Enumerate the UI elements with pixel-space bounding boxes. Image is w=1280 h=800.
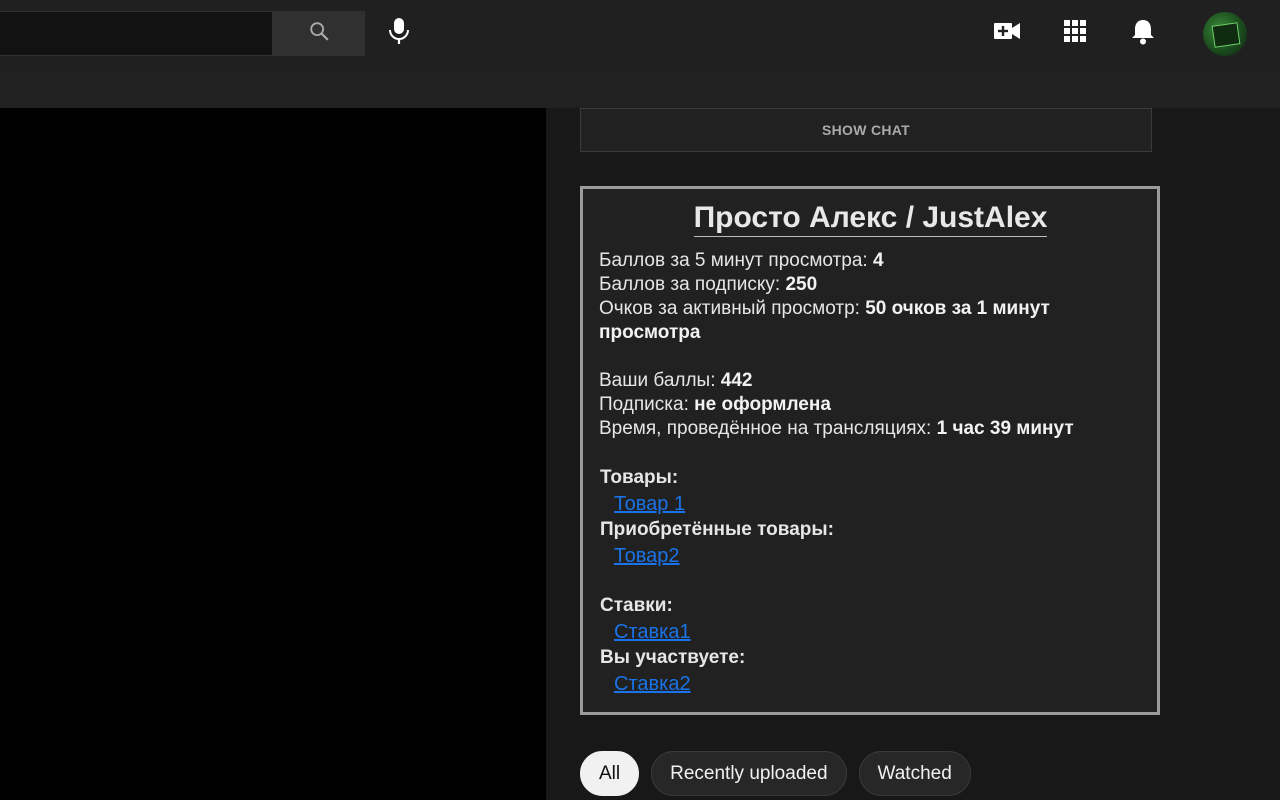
microphone-icon bbox=[387, 17, 411, 50]
video-player[interactable] bbox=[0, 108, 546, 800]
purchased-goods-link[interactable]: Товар2 bbox=[614, 545, 680, 567]
bet-link[interactable]: Ставка1 bbox=[614, 621, 691, 643]
top-bar bbox=[0, 0, 1280, 73]
active-view-points-row: Очков за активный просмотр: 50 очков за … bbox=[599, 298, 1050, 343]
bets-heading: Ставки: bbox=[600, 595, 673, 616]
avatar[interactable] bbox=[1203, 12, 1247, 56]
points-per-5-min-row: Баллов за 5 минут просмотра: 4 bbox=[599, 250, 884, 271]
goods-heading: Товары: bbox=[600, 467, 679, 488]
filter-chips: All Recently uploaded Watched bbox=[580, 751, 971, 796]
search-input[interactable] bbox=[0, 11, 273, 56]
notifications-button[interactable] bbox=[1123, 13, 1163, 53]
points-info: Баллов за 5 минут просмотра: 4 Баллов за… bbox=[599, 249, 1142, 465]
points-per-subscription-row: Баллов за подписку: 250 bbox=[599, 274, 818, 295]
apps-button[interactable] bbox=[1055, 13, 1095, 53]
show-chat-button[interactable]: SHOW CHAT bbox=[580, 108, 1152, 152]
notifications-bell-icon bbox=[1130, 17, 1156, 50]
voice-search-button[interactable] bbox=[378, 12, 420, 54]
goods-link[interactable]: Товар 1 bbox=[614, 493, 685, 515]
avatar-logo bbox=[1211, 22, 1241, 48]
purchased-goods-heading: Приобретённые товары: bbox=[600, 519, 834, 540]
chip-watched[interactable]: Watched bbox=[858, 751, 971, 796]
create-video-icon bbox=[993, 20, 1021, 47]
panel-title: Просто Алекс / JustAlex bbox=[599, 201, 1142, 237]
subscription-status-row: Подписка: не оформлена bbox=[599, 394, 831, 415]
watch-time-row: Время, проведённое на трансляциях: 1 час… bbox=[599, 418, 1074, 439]
channel-points-panel: Просто Алекс / JustAlex Баллов за 5 мину… bbox=[580, 186, 1160, 715]
search-button[interactable] bbox=[273, 11, 365, 56]
sub-bar bbox=[0, 73, 1280, 108]
chip-recently-uploaded[interactable]: Recently uploaded bbox=[651, 751, 847, 796]
apps-grid-icon bbox=[1063, 19, 1087, 48]
create-button[interactable] bbox=[987, 13, 1027, 53]
chip-all[interactable]: All bbox=[580, 751, 640, 796]
participating-bet-link[interactable]: Ставка2 bbox=[614, 673, 691, 695]
participating-heading: Вы участвуете: bbox=[600, 647, 746, 668]
your-points-row: Ваши баллы: 442 bbox=[599, 370, 753, 391]
search-icon bbox=[308, 20, 330, 47]
panel-title-text: Просто Алекс / JustAlex bbox=[693, 201, 1048, 237]
